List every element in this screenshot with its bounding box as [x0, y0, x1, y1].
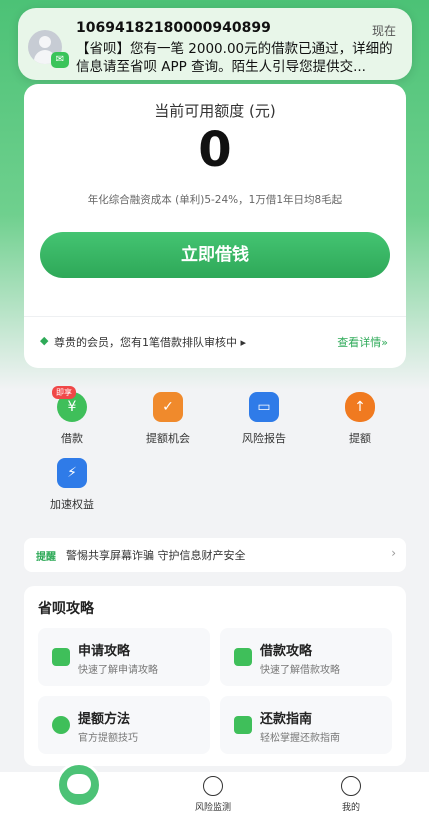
nav-label: 风险监测 — [194, 803, 231, 813]
guide-card-title: 提额方法 — [78, 712, 131, 727]
guide-card-repay[interactable]: 还款指南 轻松掌握还款指南 — [220, 696, 392, 754]
guide-card-borrow[interactable]: 借款攻略 快速了解借款攻略 — [220, 628, 392, 686]
grid-item-speed-benefit[interactable]: ⚡ 加速权益 — [32, 458, 112, 512]
grid-item-raise-limit[interactable]: ↑ 提额 — [320, 392, 400, 446]
home-mascot-icon[interactable] — [56, 762, 102, 808]
guide-card-subtitle: 快速了解借款攻略 — [260, 665, 340, 676]
nav-mine[interactable]: 我的 — [316, 776, 386, 813]
speed-icon: ⚡ — [57, 458, 87, 488]
rate-text: 年化综合融资成本 (单利)5-24%，1万借1年日均8毛起 — [87, 194, 343, 206]
credit-amount: 0 — [198, 122, 232, 178]
grid-label: 提额 — [349, 432, 371, 445]
grid-label: 提额机会 — [146, 432, 190, 445]
gift-icon: ✓ — [153, 392, 183, 422]
credit-card-panel: 当前可用额度 (元) 0 年化综合融资成本 (单利)5-24%，1万借1年日均8… — [24, 84, 406, 368]
book-icon — [234, 648, 252, 666]
divider — [24, 316, 406, 317]
document-icon — [52, 648, 70, 666]
grid-item-loan[interactable]: ¥ 即享 借款 — [32, 386, 112, 446]
credit-label: 当前可用额度 (元) — [154, 102, 276, 120]
guide-card-subtitle: 快速了解申请攻略 — [78, 665, 158, 676]
report-icon: ▭ — [249, 392, 279, 422]
reminder-text: 警惕共享屏幕诈骗 守护信息财产安全 — [66, 549, 246, 562]
grid-label: 借款 — [61, 432, 83, 445]
coin-icon — [52, 716, 70, 734]
guide-section: 省呗攻略 申请攻略 快速了解申请攻略 借款攻略 快速了解借款攻略 提额方法 官方… — [24, 586, 406, 766]
nav-risk-monitor[interactable]: 风险监测 — [178, 776, 248, 813]
message-app-icon: ✉ — [51, 52, 69, 68]
guide-card-apply[interactable]: 申请攻略 快速了解申请攻略 — [38, 628, 210, 686]
notification-time: 现在 — [371, 24, 396, 38]
user-icon — [341, 776, 361, 796]
gauge-icon — [203, 776, 223, 796]
diamond-icon: ◆ — [40, 334, 49, 347]
grid-label: 加速权益 — [50, 498, 94, 511]
chevron-right-icon: › — [391, 546, 396, 560]
sms-notification[interactable]: ✉ 10694182180000940899 现在 【省呗】您有一笔 2000.… — [18, 8, 412, 80]
guide-card-subtitle: 官方提额技巧 — [78, 733, 138, 744]
guide-card-subtitle: 轻松掌握还款指南 — [260, 733, 340, 744]
guide-card-title: 申请攻略 — [78, 644, 131, 659]
guide-card-title: 借款攻略 — [260, 644, 313, 659]
feature-grid: ¥ 即享 借款 ✓ 提额机会 ▭ 风险报告 ↑ 提额 ⚡ 加速权益 — [16, 386, 416, 522]
grid-item-credit-chance[interactable]: ✓ 提额机会 — [128, 392, 208, 446]
grid-label: 风险报告 — [242, 432, 286, 445]
notification-sender: 10694182180000940899 — [76, 20, 271, 36]
money-bag-icon: ↑ — [345, 392, 375, 422]
vip-status-text[interactable]: 尊贵的会员，您有1笔借款排队审核中 ▸ — [54, 334, 246, 350]
card-icon — [234, 716, 252, 734]
notification-body: 【省呗】您有一笔 2000.00元的借款已通过，详细的信息请至省呗 APP 查询… — [76, 41, 393, 75]
guide-card-title: 还款指南 — [260, 712, 313, 727]
guide-title: 省呗攻略 — [38, 601, 94, 617]
nav-label: 我的 — [341, 803, 360, 813]
borrow-now-button[interactable]: 立即借钱 — [40, 232, 390, 278]
hot-badge: 即享 — [52, 386, 76, 399]
view-details-link[interactable]: 查看详情» — [337, 334, 388, 350]
grid-item-risk-report[interactable]: ▭ 风险报告 — [224, 392, 304, 446]
bottom-nav: 风险监测 我的 — [0, 762, 429, 819]
fraud-reminder-bar[interactable]: 提醒 警惕共享屏幕诈骗 守护信息财产安全 › — [24, 538, 406, 572]
reminder-tag: 提醒 — [36, 552, 56, 563]
guide-card-raise[interactable]: 提额方法 官方提额技巧 — [38, 696, 210, 754]
